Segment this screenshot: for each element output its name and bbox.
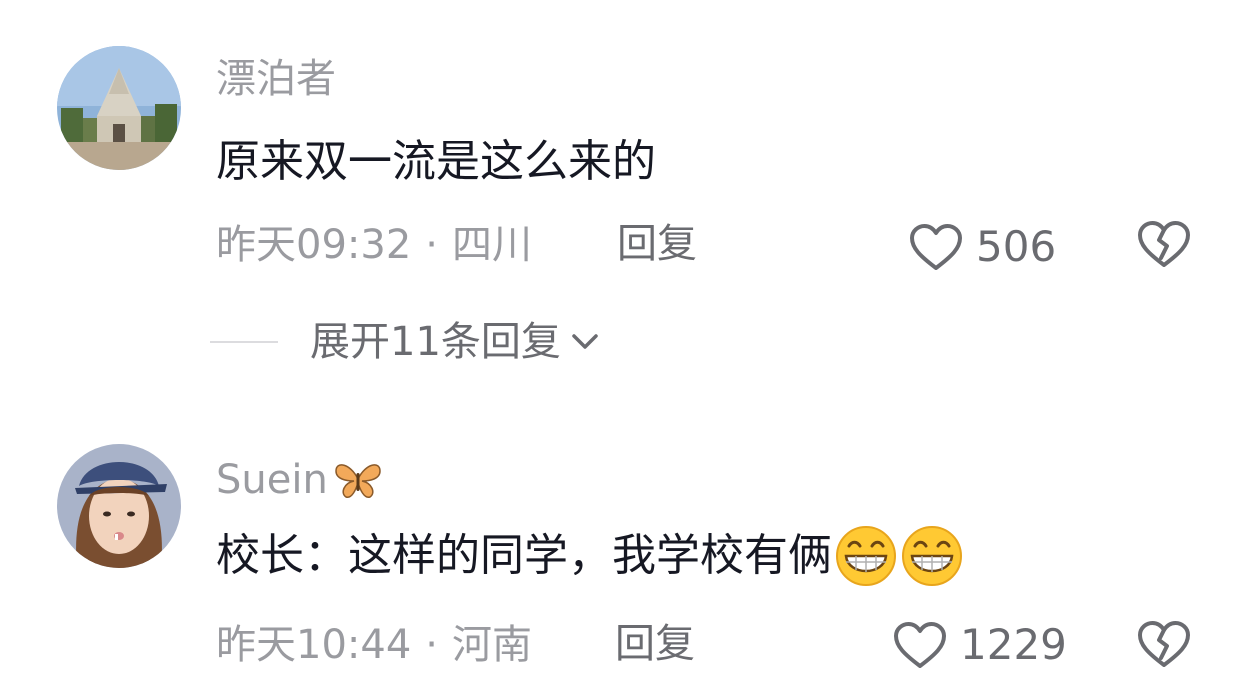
username[interactable]: Suein — [216, 458, 384, 502]
reply-button[interactable]: 回复 — [615, 624, 695, 664]
comment-item: Suein 校长：这样的同学，我学校有俩 昨天10:44 · 河南 回复 122… — [0, 420, 1260, 692]
comment-text: 原来双一流是这么来的 — [216, 138, 656, 186]
dislike-button[interactable] — [1136, 618, 1192, 674]
heart-icon — [910, 224, 962, 270]
comment-text-content: 原来双一流是这么来的 — [216, 136, 656, 187]
grinning-face-icon — [836, 526, 896, 586]
reply-button[interactable]: 回复 — [617, 224, 697, 264]
meta-separator: · — [425, 622, 438, 668]
location: 河南 — [452, 622, 532, 668]
like-count: 506 — [976, 222, 1057, 271]
butterfly-icon — [335, 464, 381, 498]
like-button[interactable]: 1229 — [892, 620, 1067, 670]
comment-item: 漂泊者 原来双一流是这么来的 昨天09:32 · 四川 回复 506 — [0, 0, 1260, 300]
meta-separator: · — [425, 222, 438, 268]
avatar[interactable] — [57, 444, 181, 568]
comment-meta: 昨天10:44 · 河南 — [216, 624, 532, 666]
location: 四川 — [452, 222, 532, 268]
comment-text-content: 校长：这样的同学，我学校有俩 — [216, 530, 832, 581]
broken-heart-icon — [1138, 221, 1190, 267]
dislike-button[interactable] — [1136, 218, 1192, 274]
timestamp: 昨天10:44 — [216, 622, 412, 668]
timestamp: 昨天09:32 — [216, 222, 412, 268]
username-text[interactable]: Suein — [216, 460, 328, 500]
grinning-face-icon — [902, 526, 962, 586]
temple-avatar-image — [57, 46, 181, 170]
like-button[interactable]: 506 — [908, 222, 1056, 272]
comment-meta: 昨天09:32 · 四川 — [216, 224, 532, 266]
username[interactable]: 漂泊者 — [216, 59, 336, 99]
expand-replies-button[interactable]: 展开11条回复 — [210, 322, 599, 362]
heart-icon — [894, 622, 946, 668]
divider-line — [210, 341, 278, 343]
comment-text: 校长：这样的同学，我学校有俩 — [216, 524, 964, 588]
avatar[interactable] — [57, 46, 181, 170]
username-text[interactable]: 漂泊者 — [216, 59, 336, 99]
like-count: 1229 — [960, 620, 1067, 669]
broken-heart-icon — [1138, 621, 1190, 667]
chevron-down-icon — [572, 334, 598, 349]
expand-replies-label[interactable]: 展开11条回复 — [310, 322, 561, 362]
woman-avatar-image — [57, 444, 181, 568]
